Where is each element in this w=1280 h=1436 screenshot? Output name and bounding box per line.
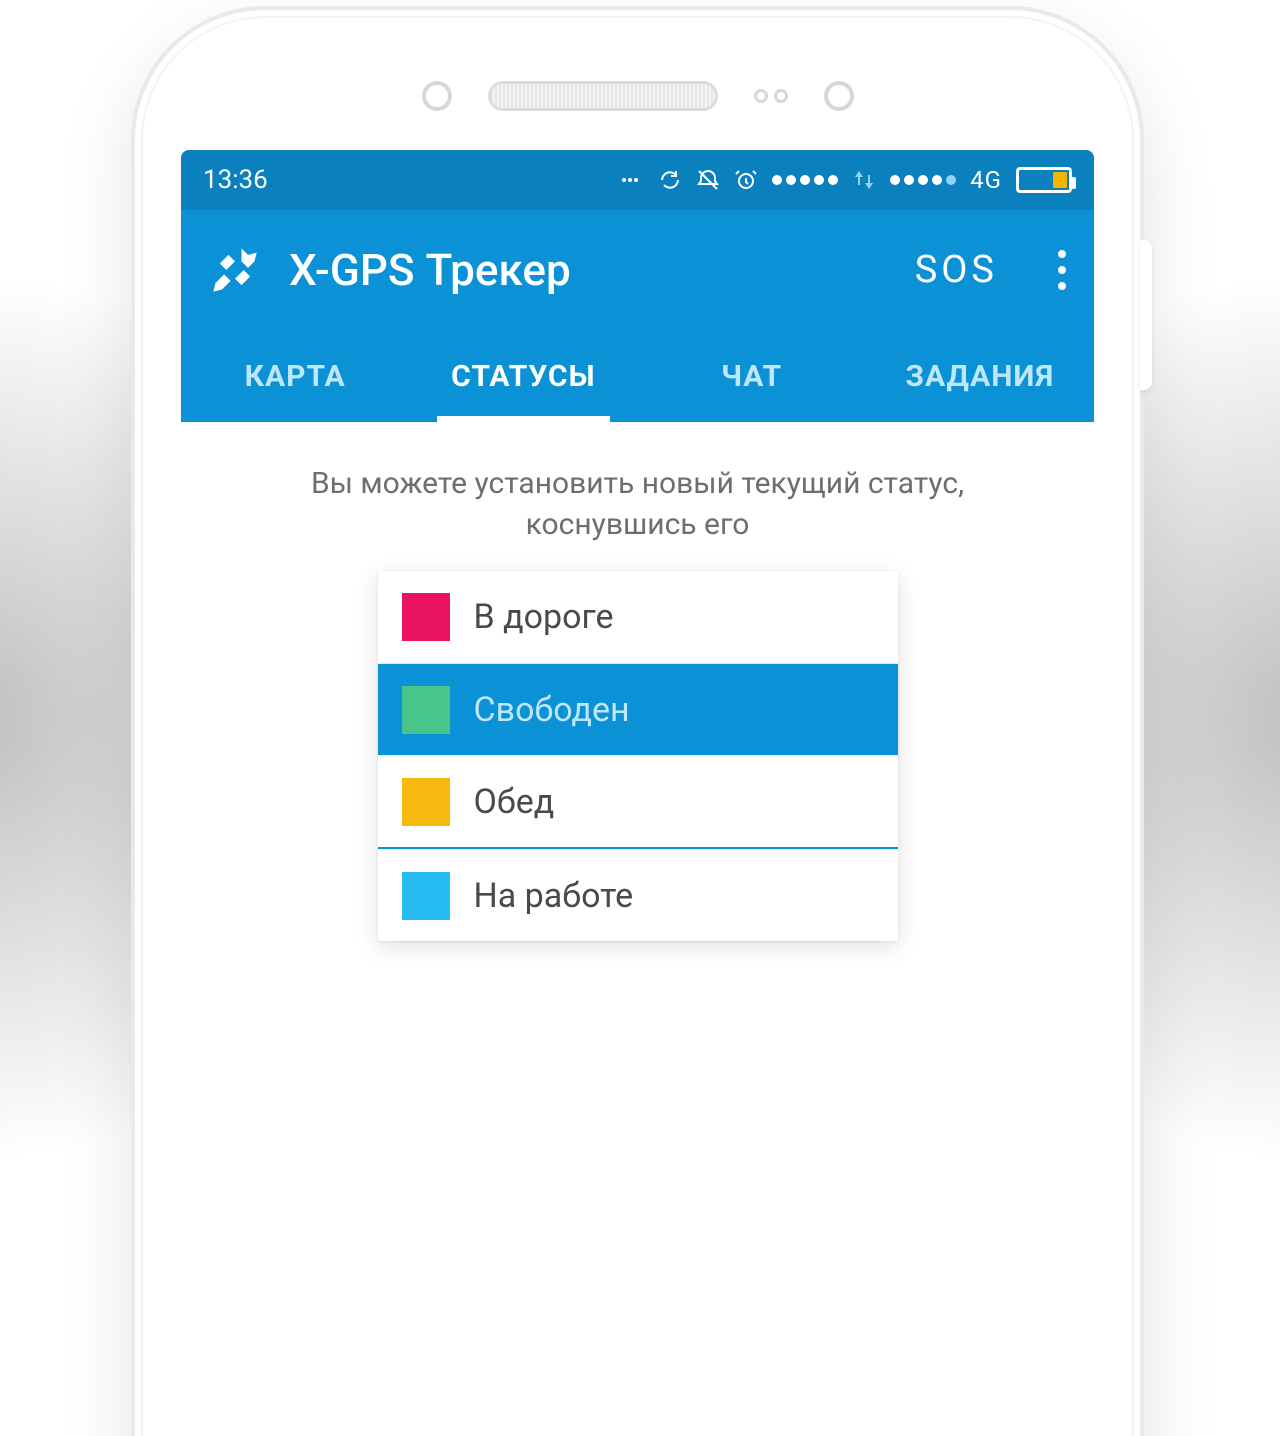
alarm-icon: [734, 168, 758, 192]
tab-label: СТАТУСЫ: [451, 359, 595, 394]
app-bar-right: SOS: [915, 248, 1066, 292]
stage: 13:36: [0, 0, 1280, 1436]
more-dots-icon: [620, 168, 644, 192]
phone-screen: 13:36: [181, 150, 1094, 1436]
status-label: В дороге: [474, 597, 614, 637]
phone-frame: 13:36: [135, 10, 1140, 1436]
status-item-lunch[interactable]: Обед: [378, 755, 898, 847]
tab-map[interactable]: КАРТА: [181, 330, 409, 422]
satellite-icon: [209, 244, 261, 296]
android-status-bar: 13:36: [181, 150, 1094, 210]
signal-dots-icon: [772, 175, 838, 185]
page-shadow-left: [0, 0, 140, 1436]
app-title: X-GPS Трекер: [289, 244, 571, 296]
status-list: В дороге Свободен Обед На работе: [378, 571, 898, 941]
overflow-menu-button[interactable]: [1058, 250, 1066, 290]
app-bar: X-GPS Трекер SOS: [181, 210, 1094, 330]
status-item-at-work[interactable]: На работе: [378, 849, 898, 941]
camera-sensor-icon: [824, 81, 854, 111]
page-shadow-right: [1140, 0, 1280, 1436]
status-color-swatch: [402, 686, 450, 734]
proximity-sensor-icon: [422, 81, 452, 111]
sync-icon: [658, 168, 682, 192]
status-color-swatch: [402, 872, 450, 920]
sos-button[interactable]: SOS: [915, 248, 998, 292]
status-label: Свободен: [474, 690, 630, 730]
status-label: На работе: [474, 876, 634, 916]
network-type: 4G: [970, 166, 1002, 194]
tab-label: ЗАДАНИЯ: [906, 359, 1055, 394]
sensor-dots-icon: [754, 89, 788, 103]
tab-label: ЧАТ: [721, 359, 782, 394]
status-item-on-road[interactable]: В дороге: [378, 571, 898, 663]
hint-text: Вы можете установить новый текущий стату…: [249, 464, 1026, 545]
phone-side-button: [1140, 240, 1152, 390]
speaker-grill-icon: [488, 81, 718, 111]
status-color-swatch: [402, 593, 450, 641]
tab-statuses[interactable]: СТАТУСЫ: [409, 330, 637, 422]
status-right: 4G: [620, 166, 1072, 194]
signal-dots-2-icon: [890, 175, 956, 185]
tab-chat[interactable]: ЧАТ: [638, 330, 866, 422]
phone-sensor-row: [135, 66, 1140, 126]
status-item-free[interactable]: Свободен: [378, 663, 898, 755]
status-label: Обед: [474, 782, 555, 822]
mute-icon: [696, 168, 720, 192]
battery-icon: [1016, 167, 1072, 193]
status-time: 13:36: [203, 165, 268, 195]
data-arrows-icon: [852, 168, 876, 192]
app-bar-left: X-GPS Трекер: [209, 244, 571, 296]
content: Вы можете установить новый текущий стату…: [181, 422, 1094, 941]
tab-label: КАРТА: [245, 359, 346, 394]
tabs: КАРТА СТАТУСЫ ЧАТ ЗАДАНИЯ: [181, 330, 1094, 422]
status-color-swatch: [402, 778, 450, 826]
tab-tasks[interactable]: ЗАДАНИЯ: [866, 330, 1094, 422]
